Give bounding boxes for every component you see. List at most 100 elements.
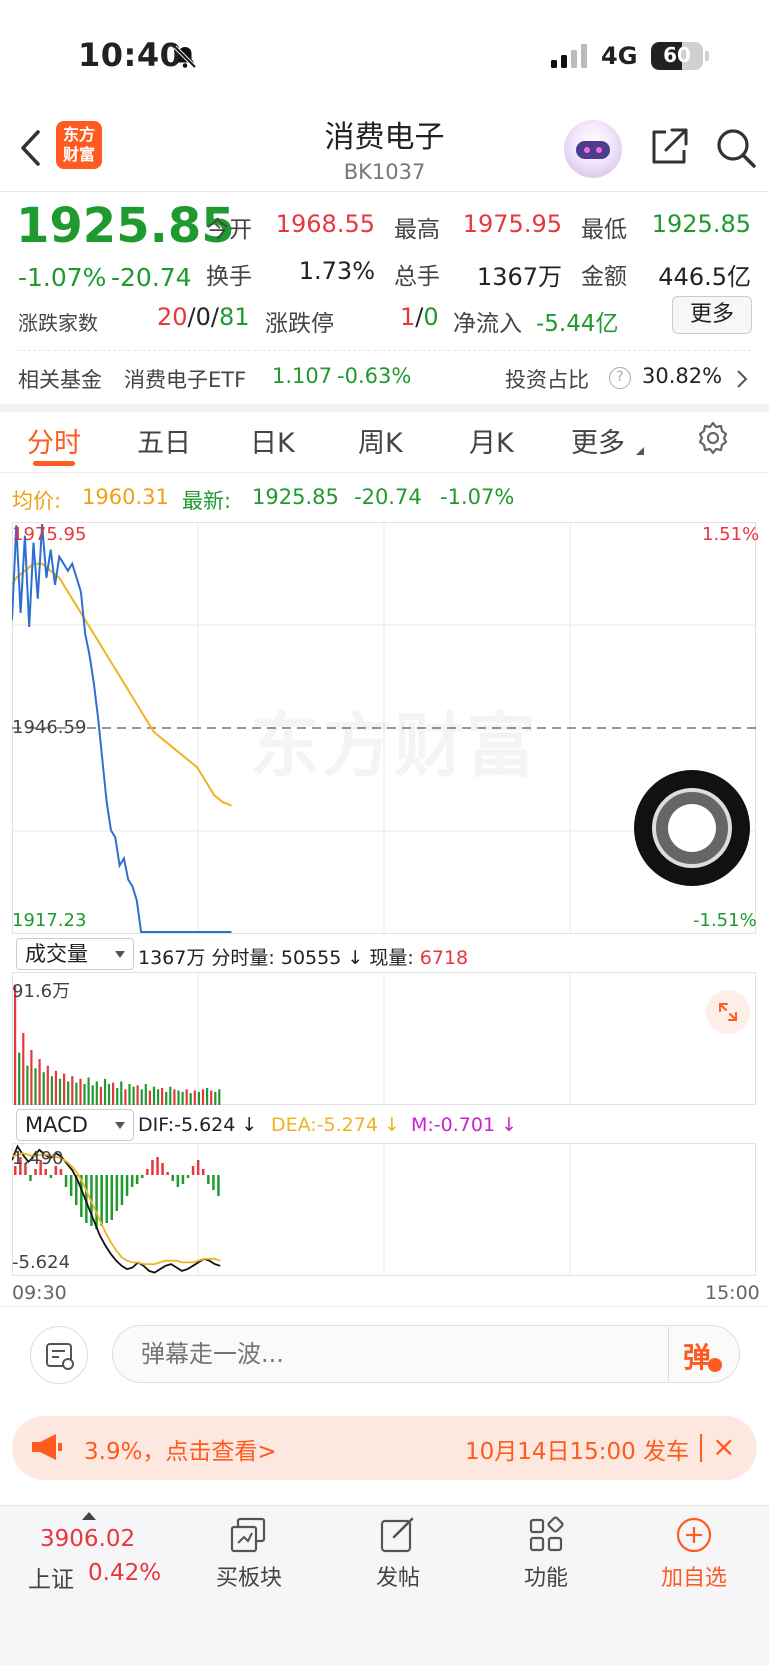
tab-divider xyxy=(0,472,769,473)
now-volume-label: 现量: xyxy=(369,947,414,969)
change-pct: -1.07% xyxy=(18,263,107,292)
ai-assistant-avatar[interactable] xyxy=(564,120,622,178)
volume-bar xyxy=(63,1073,66,1105)
macd-bar xyxy=(49,1175,53,1178)
amount-label: 金额 xyxy=(581,264,627,290)
macd-m: M:-0.701 ↓ xyxy=(411,1114,518,1136)
now-volume-value: 6718 xyxy=(419,947,469,969)
volume-bar xyxy=(157,1089,160,1105)
macd-bar xyxy=(207,1175,210,1184)
tab-daily-k[interactable]: 日K xyxy=(250,421,295,460)
indicator-select-macd[interactable]: MACD xyxy=(16,1109,134,1141)
avg-value: 1960.31 xyxy=(82,485,169,509)
nav-add-watchlist[interactable]: 加自选 xyxy=(639,1560,749,1592)
macd-chart[interactable] xyxy=(12,1143,756,1276)
banner-close-button[interactable]: × xyxy=(712,1430,735,1463)
macd-bar xyxy=(161,1163,164,1175)
tab-monthly-k[interactable]: 月K xyxy=(469,421,514,460)
gear-icon[interactable] xyxy=(695,420,731,456)
volume-bar xyxy=(116,1088,119,1105)
battery-icon: 60 xyxy=(651,42,703,70)
volume-bar xyxy=(18,1052,21,1105)
fund-name[interactable]: 消费电子ETF xyxy=(124,364,246,394)
volume-bar xyxy=(165,1091,168,1105)
volume-bar xyxy=(169,1086,172,1105)
breadth-up: 20 xyxy=(157,303,188,331)
functions-icon[interactable] xyxy=(526,1515,566,1555)
latest-pct: -1.07% xyxy=(440,485,515,509)
signal-icon xyxy=(551,44,587,68)
nav-buy-sector[interactable]: 买板块 xyxy=(194,1560,304,1592)
tab-more[interactable]: 更多 xyxy=(571,421,625,460)
share-icon[interactable] xyxy=(648,126,690,168)
tab-intraday[interactable]: 分时 xyxy=(27,421,81,460)
quote-divider xyxy=(18,350,751,351)
info-icon[interactable]: ? xyxy=(609,367,631,389)
price-axis-top: 1975.95 xyxy=(12,524,87,545)
volume-bar xyxy=(201,1089,205,1105)
danmu-send-button[interactable]: 弹 xyxy=(683,1336,711,1376)
macd-bar xyxy=(105,1175,108,1223)
pct-axis-top: 1.51% xyxy=(702,524,760,545)
header-divider xyxy=(0,191,769,192)
floating-action-button[interactable] xyxy=(634,770,750,886)
search-icon[interactable] xyxy=(714,126,758,170)
macd-bar xyxy=(29,1175,32,1181)
indicator-select-volume[interactable]: 成交量 xyxy=(16,938,134,970)
chevron-right-icon[interactable] xyxy=(736,369,748,389)
macd-bar xyxy=(191,1166,195,1175)
pct-axis-bottom: -1.51% xyxy=(693,910,757,931)
avg-label: 均价: xyxy=(12,489,62,513)
macd-select-label: MACD xyxy=(25,1113,88,1137)
buy-sector-icon[interactable] xyxy=(228,1515,268,1555)
volume-bar xyxy=(83,1084,86,1105)
volume-bar xyxy=(91,1085,94,1105)
add-watchlist-icon[interactable] xyxy=(674,1515,714,1555)
index-pct[interactable]: 0.42% xyxy=(88,1560,161,1586)
volume-bar xyxy=(67,1081,70,1105)
macd-bar xyxy=(151,1160,154,1175)
macd-bar xyxy=(212,1175,215,1190)
nav-post[interactable]: 发帖 xyxy=(343,1560,453,1592)
price-axis-mid: 1946.59 xyxy=(12,717,87,738)
macd-bar xyxy=(181,1175,185,1184)
breadth-values: 20/0/81 xyxy=(157,303,250,331)
latest-change: -20.74 xyxy=(354,485,422,509)
volume-chart[interactable] xyxy=(12,972,756,1105)
volume-bar xyxy=(185,1089,188,1105)
turnover-value: 1.73% xyxy=(298,257,375,285)
nav-functions[interactable]: 功能 xyxy=(491,1560,601,1592)
notes-button[interactable] xyxy=(30,1326,88,1384)
volume-bar xyxy=(99,1086,102,1105)
more-quote-button[interactable]: 更多 xyxy=(672,296,752,334)
banner-text-left[interactable]: 3.9%，点击查看> xyxy=(84,1432,277,1466)
volume-bar xyxy=(112,1082,115,1105)
change-amount: -20.74 xyxy=(111,263,192,292)
volume-bar xyxy=(152,1086,156,1105)
latest-value: 1925.85 xyxy=(252,485,339,509)
macd-bar xyxy=(115,1175,119,1211)
bell-muted-icon xyxy=(173,45,197,69)
notes-icon xyxy=(46,1343,74,1370)
volume-bar xyxy=(50,1076,53,1105)
limit-down: 0 xyxy=(423,303,439,331)
index-value[interactable]: 3906.02 xyxy=(40,1526,135,1552)
latest-label: 最新: xyxy=(182,489,232,513)
index-expand-icon[interactable] xyxy=(82,1512,96,1520)
index-name[interactable]: 上证 xyxy=(28,1560,74,1594)
tab-five-day[interactable]: 五日 xyxy=(137,421,191,460)
volume-bar xyxy=(95,1081,98,1105)
post-icon[interactable] xyxy=(378,1515,418,1555)
tab-weekly-k[interactable]: 周K xyxy=(358,421,403,460)
macd-bar xyxy=(171,1175,174,1181)
volume-bar xyxy=(54,1070,57,1105)
expand-icon[interactable] xyxy=(706,990,750,1034)
time-end: 15:00 xyxy=(705,1282,760,1304)
netflow-label: 净流入 xyxy=(453,311,522,337)
high-label: 最高 xyxy=(394,217,440,243)
limit-up: 1 xyxy=(400,303,416,331)
danmu-input[interactable] xyxy=(112,1325,740,1383)
macd-bar xyxy=(130,1175,134,1187)
volume-bar xyxy=(79,1078,82,1105)
macd-bar xyxy=(44,1169,47,1175)
